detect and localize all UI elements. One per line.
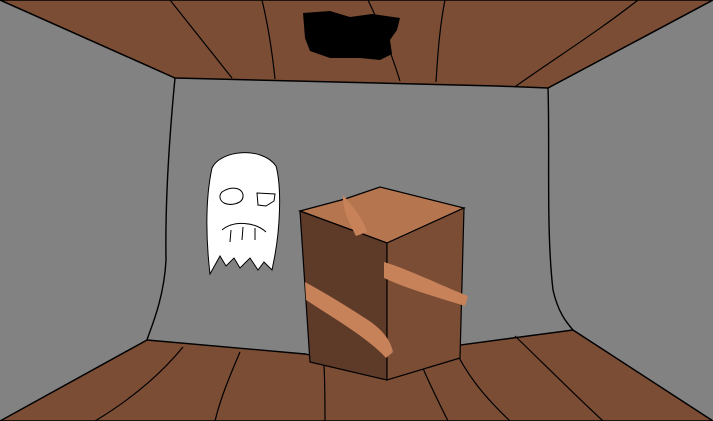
ceiling-hole[interactable] [303, 11, 400, 60]
crate[interactable] [298, 186, 468, 381]
game-scene [0, 0, 713, 421]
ghost-left-eye [219, 187, 244, 205]
room-svg [0, 0, 713, 421]
ghost[interactable] [206, 152, 281, 276]
